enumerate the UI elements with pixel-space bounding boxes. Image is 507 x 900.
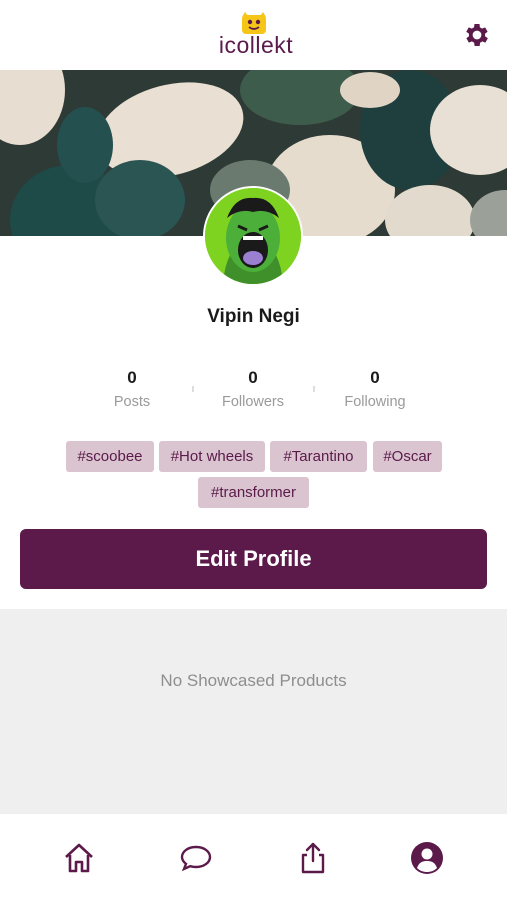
posts-label: Posts xyxy=(113,394,151,410)
edit-profile-button[interactable]: Edit Profile xyxy=(20,529,487,589)
top-header: icollekt xyxy=(0,0,507,70)
chat-bubble-icon[interactable] xyxy=(178,840,214,876)
profile-avatar[interactable] xyxy=(203,186,303,286)
share-icon[interactable] xyxy=(295,840,331,876)
interest-tag[interactable]: #Hot wheels xyxy=(159,441,265,472)
profile-icon[interactable] xyxy=(409,840,445,876)
interest-tag[interactable]: #transformer xyxy=(198,477,309,508)
profile-name: Vipin Negi xyxy=(207,306,300,327)
home-icon[interactable] xyxy=(61,840,97,876)
logo-text: icollekt xyxy=(218,32,294,58)
gear-icon[interactable] xyxy=(462,20,492,50)
stat-following[interactable]: 0 Following xyxy=(315,368,435,410)
following-label: Following xyxy=(344,394,406,410)
app-logo: icollekt xyxy=(211,12,301,62)
following-count: 0 xyxy=(370,368,380,387)
stat-posts[interactable]: 0 Posts xyxy=(72,368,192,410)
bottom-nav xyxy=(0,814,507,900)
interest-tag[interactable]: #Tarantino xyxy=(270,441,367,472)
empty-showcase-message: No Showcased Products xyxy=(160,671,347,690)
followers-label: Followers xyxy=(221,394,285,410)
stat-followers[interactable]: 0 Followers xyxy=(193,368,313,410)
posts-count: 0 xyxy=(127,368,137,387)
interest-tag[interactable]: #scoobee xyxy=(66,441,154,472)
followers-count: 0 xyxy=(248,368,258,387)
showcase-section: No Showcased Products xyxy=(0,609,507,814)
interest-tag[interactable]: #Oscar xyxy=(373,441,442,472)
